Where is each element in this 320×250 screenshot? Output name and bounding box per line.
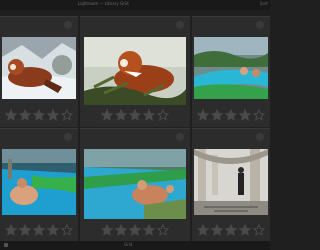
star-filled-icon[interactable] [47, 109, 59, 121]
rating-stars[interactable] [0, 224, 78, 236]
badge-icon[interactable] [176, 133, 184, 141]
photo-grid [0, 16, 270, 242]
grid-cell[interactable] [192, 128, 270, 242]
star-filled-icon[interactable] [129, 109, 141, 121]
star-filled-icon[interactable] [211, 109, 223, 121]
thumbnail-red-panda-snow[interactable] [2, 37, 76, 99]
star-filled-icon[interactable] [47, 224, 59, 236]
grid-cell[interactable] [0, 16, 78, 127]
toolbar-icon[interactable] [4, 243, 8, 247]
grid-cell[interactable] [0, 128, 78, 242]
star-filled-icon[interactable] [101, 224, 113, 236]
grid-cell[interactable] [80, 16, 190, 127]
badge-icon[interactable] [256, 21, 264, 29]
window-title: Lightroom — Library Grid [78, 1, 129, 6]
star-filled-icon[interactable] [197, 224, 209, 236]
badge-icon[interactable] [256, 133, 264, 141]
star-filled-icon[interactable] [5, 224, 17, 236]
thumbnail-water-slide-tube[interactable] [84, 149, 186, 219]
star-filled-icon[interactable] [211, 224, 223, 236]
star-filled-icon[interactable] [239, 109, 251, 121]
sort-button[interactable]: Sort [260, 1, 268, 6]
star-filled-icon[interactable] [115, 109, 127, 121]
star-filled-icon[interactable] [33, 224, 45, 236]
star-empty-icon[interactable] [61, 109, 73, 121]
star-empty-icon[interactable] [253, 109, 265, 121]
star-empty-icon[interactable] [157, 224, 169, 236]
star-filled-icon[interactable] [5, 109, 17, 121]
star-empty-icon[interactable] [253, 224, 265, 236]
top-bar: Lightroom — Library Grid Sort [0, 0, 270, 10]
star-filled-icon[interactable] [239, 224, 251, 236]
star-filled-icon[interactable] [101, 109, 113, 121]
badge-icon[interactable] [64, 21, 72, 29]
star-filled-icon[interactable] [19, 109, 31, 121]
star-filled-icon[interactable] [115, 224, 127, 236]
star-filled-icon[interactable] [225, 109, 237, 121]
star-empty-icon[interactable] [157, 109, 169, 121]
thumbnail-colonnade-walker[interactable] [194, 149, 268, 215]
badge-icon[interactable] [176, 21, 184, 29]
bottom-bar: Grid [0, 241, 270, 250]
thumbnail-water-slide-group[interactable] [194, 37, 268, 99]
rating-stars[interactable] [192, 224, 270, 236]
grid-cell[interactable] [192, 16, 270, 127]
star-filled-icon[interactable] [143, 109, 155, 121]
star-filled-icon[interactable] [197, 109, 209, 121]
star-filled-icon[interactable] [143, 224, 155, 236]
rating-stars[interactable] [80, 109, 190, 121]
star-filled-icon[interactable] [225, 224, 237, 236]
rating-stars[interactable] [0, 109, 78, 121]
star-filled-icon[interactable] [129, 224, 141, 236]
star-filled-icon[interactable] [19, 224, 31, 236]
thumbnail-water-slide-person[interactable] [2, 149, 76, 215]
badge-icon[interactable] [64, 133, 72, 141]
rating-stars[interactable] [80, 224, 190, 236]
thumbnail-red-panda-eating[interactable] [84, 37, 186, 105]
star-filled-icon[interactable] [33, 109, 45, 121]
rating-stars[interactable] [192, 109, 270, 121]
view-label: Grid [124, 242, 133, 247]
grid-cell[interactable] [80, 128, 190, 242]
star-empty-icon[interactable] [61, 224, 73, 236]
